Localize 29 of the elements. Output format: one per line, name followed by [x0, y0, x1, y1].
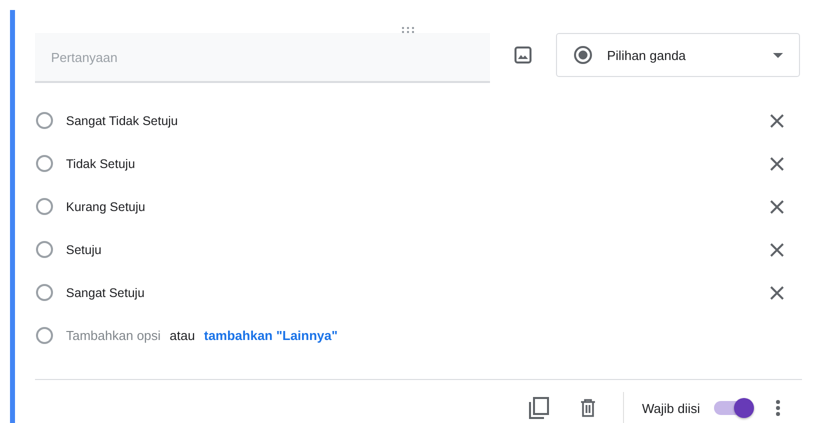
option-label[interactable]: Sangat Tidak Setuju [66, 114, 770, 128]
image-icon[interactable] [514, 46, 532, 64]
option-label[interactable]: Kurang Setuju [66, 200, 770, 214]
question-type-dropdown[interactable]: Pilihan ganda [556, 33, 800, 77]
copy-icon[interactable] [528, 397, 549, 419]
trash-icon[interactable] [580, 399, 596, 417]
radio-button[interactable] [36, 284, 53, 301]
option-label[interactable]: Setuju [66, 242, 770, 256]
add-other-link[interactable]: tambahkan "Lainnya" [204, 328, 338, 343]
close-icon[interactable] [770, 286, 784, 300]
drag-handle-icon[interactable] [402, 27, 416, 33]
radio-button[interactable] [36, 112, 53, 129]
close-icon[interactable] [770, 114, 784, 128]
caret-icon [773, 52, 783, 58]
close-icon[interactable] [770, 200, 784, 214]
option-label[interactable]: Tidak Setuju [66, 156, 770, 170]
radio-button[interactable] [36, 155, 53, 172]
close-icon[interactable] [770, 156, 784, 170]
question-field[interactable]: Pertanyaan [35, 33, 490, 83]
required-toggle[interactable] [714, 401, 752, 415]
close-icon[interactable] [770, 242, 784, 256]
radio-button[interactable] [36, 198, 53, 215]
radio-button[interactable] [36, 241, 53, 258]
radio-icon [573, 45, 593, 65]
option-label[interactable]: Sangat Setuju [66, 286, 770, 300]
required-label: Wajib diisi [642, 400, 700, 416]
separator-text: atau [170, 328, 195, 343]
more-icon[interactable] [776, 400, 780, 416]
add-option-label[interactable]: Tambahkan opsi [66, 328, 161, 343]
